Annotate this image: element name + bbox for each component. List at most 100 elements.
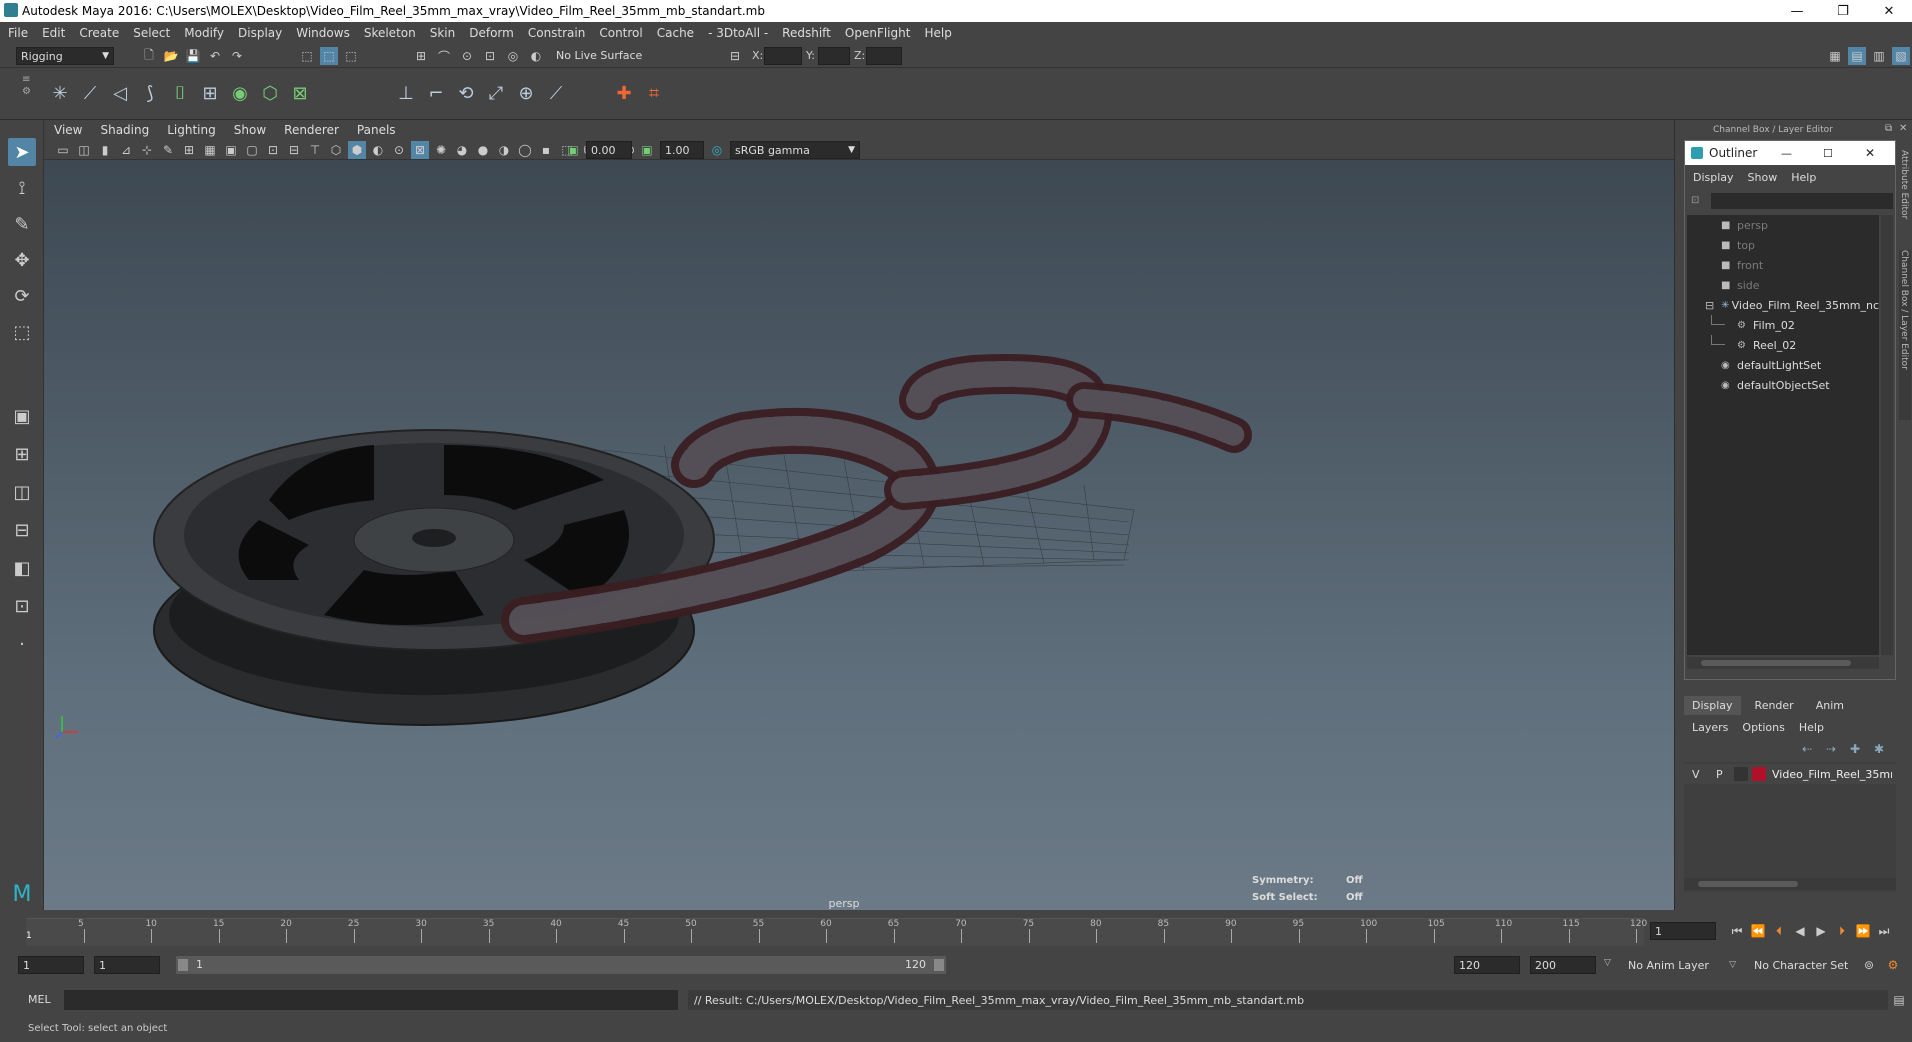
go-to-end-icon[interactable]: ⏭	[1875, 922, 1893, 940]
construction-history-icon[interactable]: ⊟	[726, 47, 744, 65]
outliner-horizontal-scrollbar[interactable]	[1687, 657, 1879, 669]
menu-deform[interactable]: Deform	[469, 26, 514, 40]
four-view-layout-icon[interactable]: ⊞	[8, 440, 36, 468]
exposure-icon[interactable]: ▣	[564, 141, 582, 159]
outliner-close-button[interactable]: ✕	[1865, 146, 1875, 160]
rotate-tool-icon[interactable]: ⟳	[8, 282, 36, 310]
create-joints-icon[interactable]: ✳	[46, 78, 74, 108]
film-gate-icon[interactable]: ▦	[201, 141, 219, 159]
viewport-menu-view[interactable]: View	[54, 123, 82, 137]
bookmark-icon[interactable]: ▮	[96, 141, 114, 159]
anti-alias-icon[interactable]: ◯	[516, 141, 534, 159]
layer-menu-help[interactable]: Help	[1799, 721, 1824, 734]
lasso-tool-icon[interactable]: ⟟	[8, 174, 36, 202]
outliner-search-field[interactable]	[1711, 193, 1893, 209]
menu-windows[interactable]: Windows	[296, 26, 350, 40]
gamma-icon[interactable]: ▣	[638, 141, 656, 159]
attribute-editor-side-tab[interactable]: Attribute Editor	[1899, 150, 1911, 240]
flat-shade-icon[interactable]: ◐	[369, 141, 387, 159]
viewport-menu-lighting[interactable]: Lighting	[167, 123, 216, 137]
snap-curve-icon[interactable]: ⌒	[435, 47, 453, 65]
exposure-field[interactable]: 0.00	[586, 141, 632, 159]
script-language-label[interactable]: MEL	[28, 993, 51, 1006]
minimize-button[interactable]: —	[1774, 0, 1820, 22]
viewport-menu-show[interactable]: Show	[234, 123, 266, 137]
move-tool-icon[interactable]: ✥	[8, 246, 36, 274]
layer-menu-options[interactable]: Options	[1742, 721, 1784, 734]
attribute-editor-toggle-icon[interactable]: ▤	[1848, 47, 1866, 65]
side-by-side-layout-icon[interactable]: ◫	[8, 478, 36, 506]
outliner-item[interactable]: ⊟ ✳ Video_Film_Reel_35mm_nc	[1687, 295, 1879, 315]
outliner-menu-display[interactable]: Display	[1693, 171, 1734, 184]
field-chart-icon[interactable]: ⊡	[264, 141, 282, 159]
viewport-menu-shading[interactable]: Shading	[100, 123, 149, 137]
snap-point-icon[interactable]: ⊙	[458, 47, 476, 65]
persp-outliner-layout-icon[interactable]: ◧	[8, 554, 36, 582]
grease-pencil-icon[interactable]: ✎	[159, 141, 177, 159]
outliner-vertical-scrollbar[interactable]	[1881, 215, 1893, 655]
redo-icon[interactable]: ↷	[228, 47, 246, 65]
insert-joint-icon[interactable]: ⟋	[76, 78, 104, 108]
current-frame-field[interactable]: 1	[1650, 922, 1716, 940]
cluster-icon[interactable]: ◉	[226, 78, 254, 108]
channel-box-side-tab[interactable]: Channel Box / Layer Editor	[1899, 250, 1911, 420]
open-scene-icon[interactable]: 📂	[162, 47, 180, 65]
new-scene-icon[interactable]: 🗋	[140, 47, 158, 65]
bounding-box-icon[interactable]: ⊙	[390, 141, 408, 159]
wrap-icon[interactable]: ⊠	[286, 78, 314, 108]
paint-select-icon[interactable]: ✎	[8, 210, 36, 238]
time-slider-track[interactable]: 5 10 15 20 25 30 35 40 45 50 55 60 65 70 75 80 85 90 95 100…	[26, 918, 1647, 946]
layer-tab-render[interactable]: Render	[1747, 696, 1802, 715]
z-field[interactable]	[866, 47, 902, 65]
outliner-item[interactable]: ◉ defaultObjectSet	[1687, 375, 1879, 395]
layer-color-swatch[interactable]	[1752, 767, 1766, 781]
color-management-icon[interactable]: ◎	[708, 141, 726, 159]
select-object-icon[interactable]: ⬚	[320, 47, 338, 65]
command-input[interactable]	[64, 990, 678, 1010]
close-button[interactable]: ✕	[1866, 0, 1912, 22]
layer-row[interactable]: V P Video_Film_Reel_35mm	[1684, 764, 1896, 784]
maximize-button[interactable]: ❐	[1820, 0, 1866, 22]
snap-surface-icon[interactable]: ◎	[504, 47, 522, 65]
motion-blur-icon[interactable]: ◑	[495, 141, 513, 159]
wireframe-icon[interactable]: ⬡	[327, 141, 345, 159]
viewport-menu-panels[interactable]: Panels	[357, 123, 396, 137]
anim-layer-dropdown[interactable]: No Anim Layer ▽	[1622, 956, 1742, 974]
collapse-icon[interactable]: ⊟	[1705, 299, 1714, 312]
new-layer-from-selection-icon[interactable]: ✱	[1870, 740, 1888, 758]
smooth-shade-icon[interactable]: ⬢	[348, 141, 366, 159]
menu-cache[interactable]: Cache	[657, 26, 694, 40]
script-editor-icon[interactable]: ▤	[1890, 991, 1908, 1009]
step-back-frame-icon[interactable]: ⏴	[1770, 922, 1788, 940]
outliner-item[interactable]: ■ top	[1687, 235, 1879, 255]
menu-skeleton[interactable]: Skeleton	[364, 26, 416, 40]
bind-skin-icon[interactable]: ⊞	[196, 78, 224, 108]
menuset-dropdown[interactable]: Rigging ▼	[16, 47, 114, 65]
range-slider[interactable]: 1 120	[176, 956, 946, 974]
y-field[interactable]	[818, 47, 850, 65]
layer-tab-anim[interactable]: Anim	[1808, 696, 1852, 715]
textured-icon[interactable]: ⊠	[411, 141, 429, 159]
pole-vector-icon[interactable]: ⟋	[542, 78, 570, 108]
anim-layer-dropdown-icon[interactable]: ▽	[1604, 958, 1611, 968]
play-backward-icon[interactable]: ◀	[1791, 922, 1809, 940]
go-to-start-icon[interactable]: ⏮	[1728, 922, 1746, 940]
shadows-icon[interactable]: ◕	[453, 141, 471, 159]
layer-scroll-thumb[interactable]	[1698, 881, 1798, 887]
render-view-icon[interactable]: ▦	[1826, 47, 1844, 65]
layer-visibility-toggle[interactable]: V	[1692, 768, 1706, 781]
range-slider-left-handle[interactable]	[178, 959, 188, 971]
menu-skin[interactable]: Skin	[430, 26, 456, 40]
menu-help[interactable]: Help	[924, 26, 951, 40]
character-set-dropdown[interactable]: No Character Set	[1748, 956, 1868, 974]
joint-orient-icon[interactable]: ⌗	[640, 78, 668, 108]
step-forward-frame-icon[interactable]: ⏵	[1833, 922, 1851, 940]
close-panel-icon[interactable]: ✕	[1899, 123, 1907, 134]
playback-start-field[interactable]: 1	[94, 956, 160, 974]
outliner-item[interactable]: ■ persp	[1687, 215, 1879, 235]
menu-modify[interactable]: Modify	[184, 26, 224, 40]
outliner-menu-help[interactable]: Help	[1791, 171, 1816, 184]
animation-preferences-icon[interactable]: ⚙	[1884, 956, 1902, 974]
menu-create[interactable]: Create	[79, 26, 119, 40]
float-panel-icon[interactable]: ⧉	[1885, 123, 1892, 134]
